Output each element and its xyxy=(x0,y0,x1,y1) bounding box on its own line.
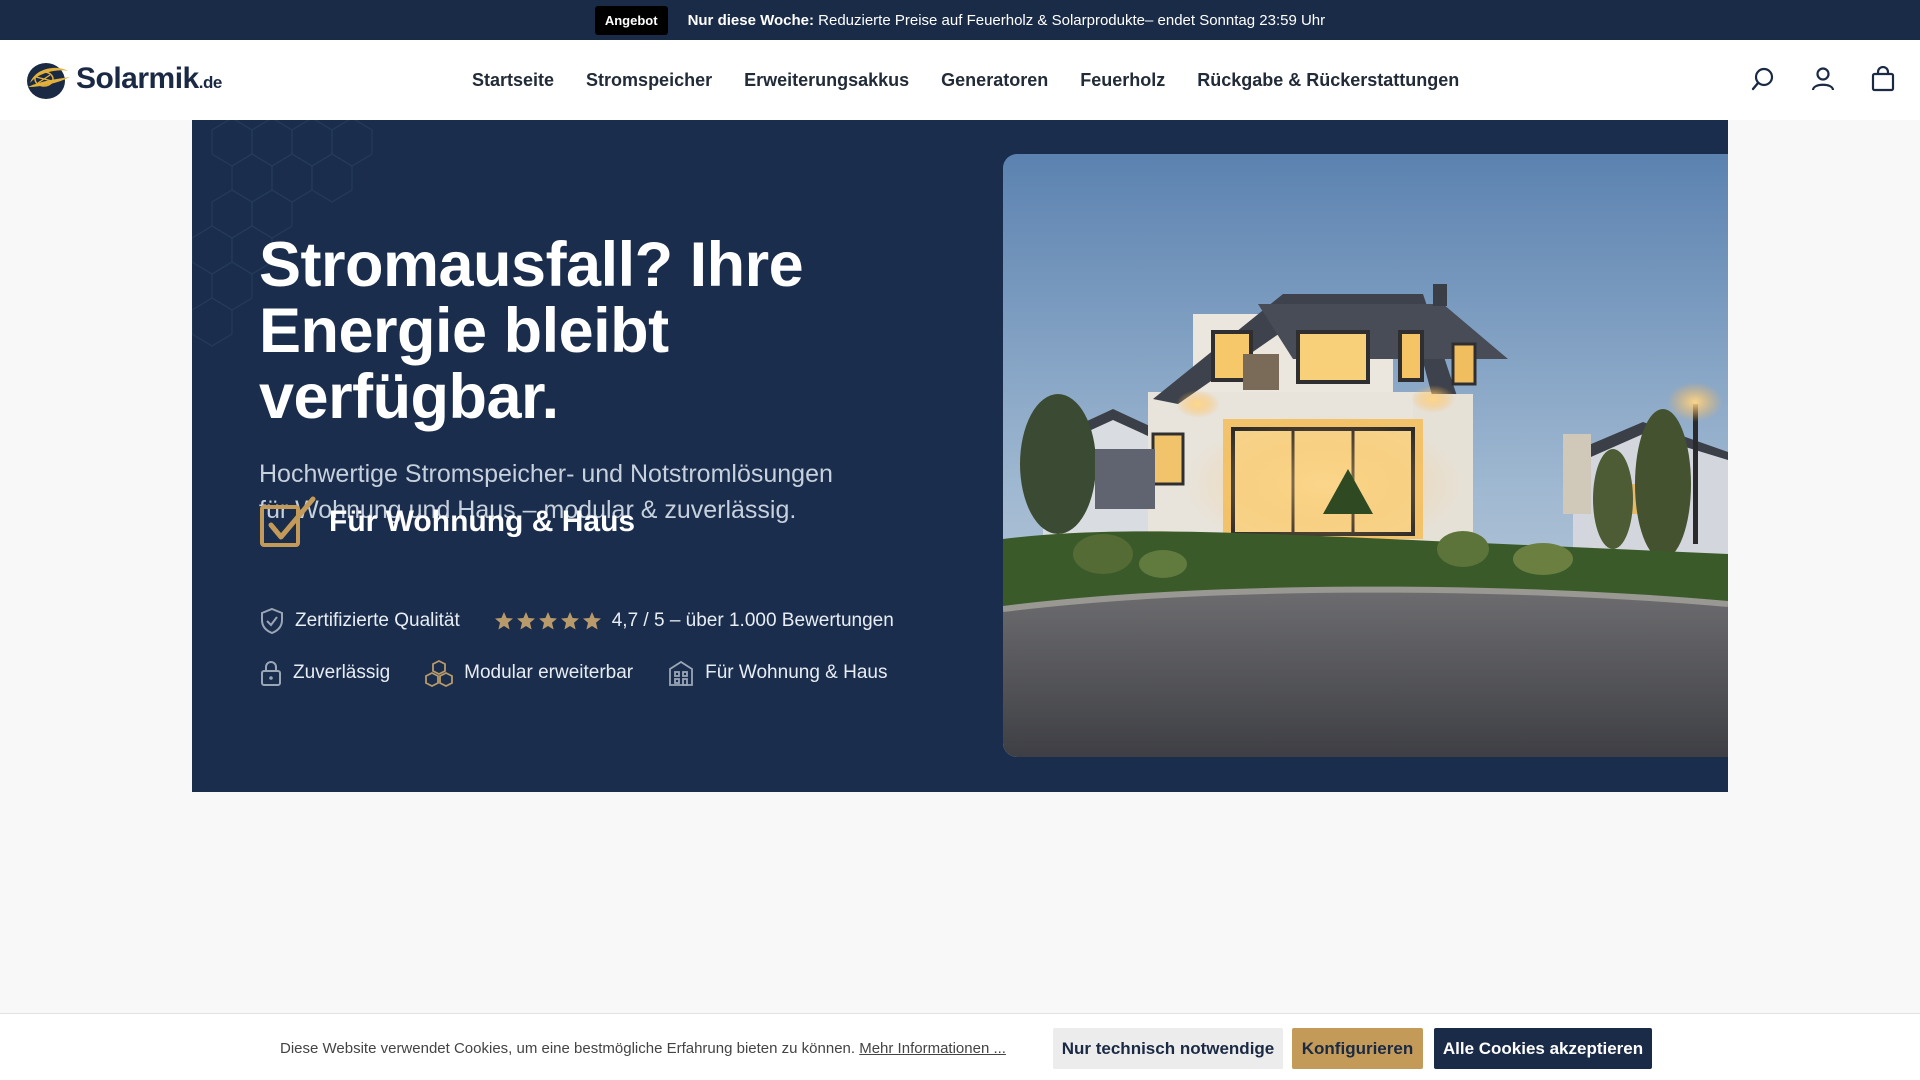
search-icon[interactable] xyxy=(1748,64,1778,94)
feature-highlight-label: Für Wohnung & Haus xyxy=(329,505,636,538)
quality-badge: Zertifizierte Qualität xyxy=(259,607,460,635)
announcement-message: Reduzierte Preise auf Feuerholz & Solarp… xyxy=(813,11,1326,29)
star-icon xyxy=(516,612,535,630)
cookie-more-info-link[interactable]: Mehr Informationen ... xyxy=(859,1040,1006,1057)
lock-icon xyxy=(261,661,281,686)
star-icon xyxy=(560,612,579,630)
hero-banner: Stromausfall? Ihre Energie bleibt verfügb… xyxy=(192,120,1728,792)
quality-label: Zertifizierte Qualität xyxy=(295,610,460,631)
building-icon xyxy=(669,660,694,686)
rating: 4,7 / 5 – über 1.000 Bewertungen xyxy=(494,610,894,632)
cubes-icon xyxy=(425,659,454,687)
cookie-text: Diese Website verwendet Cookies, um eine… xyxy=(280,1040,1006,1057)
nav-rueckgabe[interactable]: Rückgabe & Rückerstattungen xyxy=(1197,70,1459,91)
feature-highlight: Für Wohnung & Haus xyxy=(259,495,635,549)
logo[interactable]: Solarmik.de xyxy=(22,57,222,101)
nav-erweiterungsakkus[interactable]: Erweiterungsakkus xyxy=(744,70,909,91)
rating-text: 4,7 / 5 – über 1.000 Bewertungen xyxy=(611,610,894,631)
home-badge: Für Wohnung & Haus xyxy=(667,659,887,687)
cookie-configure-button[interactable]: Konfigurieren xyxy=(1292,1028,1423,1069)
hero-text: Stromausfall? Ihre Energie bleibt verfügb… xyxy=(259,232,959,528)
logo-text: Solarmik.de xyxy=(76,62,222,95)
cookie-technical-button[interactable]: Nur technisch notwendige xyxy=(1053,1028,1283,1069)
nav-feuerholz[interactable]: Feuerholz xyxy=(1080,70,1165,91)
reliable-badge: Zuverlässig xyxy=(259,659,390,687)
account-icon[interactable] xyxy=(1808,64,1838,94)
shield-check-icon xyxy=(261,607,283,635)
nav-startseite[interactable]: Startseite xyxy=(472,70,554,91)
modular-badge: Modular erweiterbar xyxy=(424,659,633,687)
trust-row-2: Zuverlässig Modular erweiterbar Für Wohn… xyxy=(259,659,887,687)
nav-stromspeicher[interactable]: Stromspeicher xyxy=(586,70,712,91)
star-icon xyxy=(582,612,601,630)
checkbox-check-icon xyxy=(260,496,316,547)
main-nav: Startseite Stromspeicher Erweiterungsakk… xyxy=(472,40,1459,120)
modular-label: Modular erweiterbar xyxy=(464,662,634,683)
announcement-text: Nur diese Woche: Reduzierte Preise auf F… xyxy=(688,12,1326,29)
hero-title: Stromausfall? Ihre Energie bleibt verfügb… xyxy=(259,230,804,432)
announcement-highlight: Nur diese Woche: xyxy=(687,11,814,29)
header-actions xyxy=(1748,64,1898,94)
star-icon xyxy=(494,612,513,630)
announcement-bar: Angebot Nur diese Woche: Reduzierte Prei… xyxy=(0,0,1920,40)
trust-row-1: Zertifizierte Qualität 4,7 / 5 – über 1.… xyxy=(259,607,894,635)
reliable-label: Zuverlässig xyxy=(293,662,391,683)
home-label: Für Wohnung & Haus xyxy=(705,662,888,683)
offer-badge: Angebot xyxy=(594,5,668,35)
logo-globe-icon xyxy=(27,63,70,99)
cookie-accept-all-button[interactable]: Alle Cookies akzeptieren xyxy=(1434,1028,1652,1069)
star-icon xyxy=(538,612,557,630)
site-header: Solarmik.de Startseite Stromspeicher Erw… xyxy=(0,40,1920,120)
cart-icon[interactable] xyxy=(1868,64,1898,94)
nav-generatoren[interactable]: Generatoren xyxy=(941,70,1048,91)
hero-house-image xyxy=(1003,154,1728,757)
cookie-banner: Diese Website verwendet Cookies, um eine… xyxy=(0,1013,1920,1080)
star-rating xyxy=(494,611,602,631)
